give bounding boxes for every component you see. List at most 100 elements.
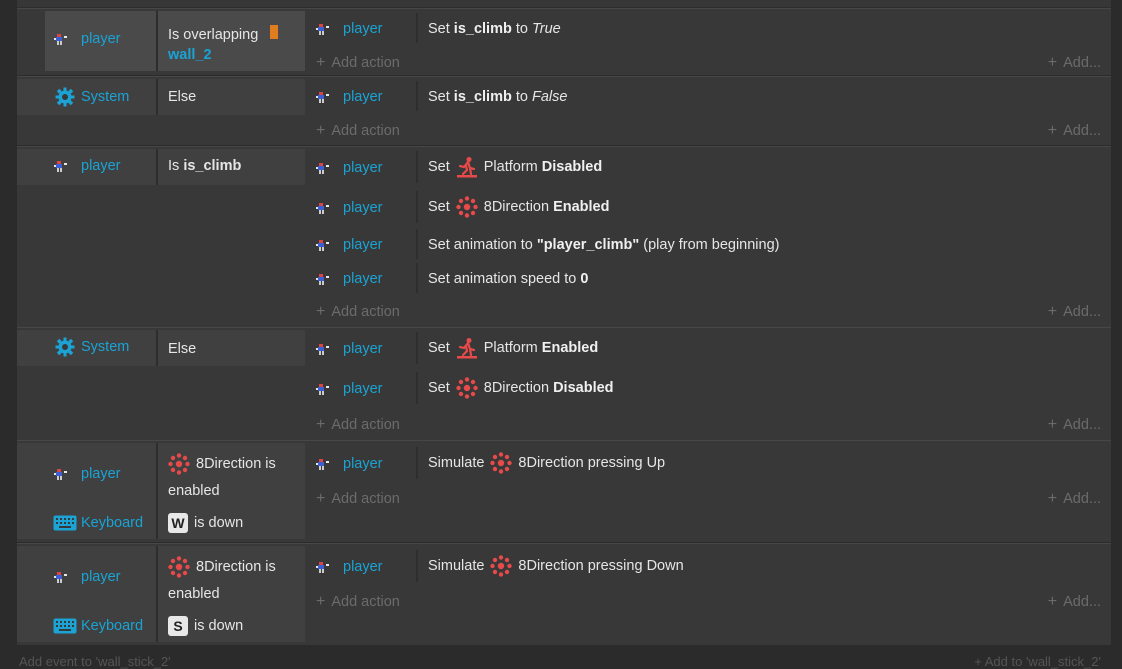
action-label: to xyxy=(515,21,528,37)
object-name: player xyxy=(81,158,121,174)
condition-object[interactable]: player xyxy=(53,31,121,47)
condition-label: Is overlapping xyxy=(168,27,259,43)
event-block[interactable]: player 8Direction is enabled Keyboard S … xyxy=(17,543,1111,645)
action-object[interactable]: player xyxy=(315,160,383,176)
sprite-icon xyxy=(315,22,331,36)
add-action-button[interactable]: + Add action xyxy=(316,416,400,434)
action-label: Simulate xyxy=(428,558,485,574)
sprite-icon xyxy=(315,457,331,471)
action-label: Simulate xyxy=(428,455,485,471)
action-text[interactable]: Set Platform Enabled xyxy=(428,337,598,359)
plus-icon: + xyxy=(1047,416,1058,433)
action-object[interactable]: player xyxy=(315,200,383,216)
action-object[interactable]: player xyxy=(315,89,383,105)
action-text[interactable]: Set animation speed to 0 xyxy=(428,271,588,287)
action-label: Set animation to xyxy=(428,237,533,253)
object-name: player xyxy=(343,271,383,287)
condition-object[interactable]: System xyxy=(55,87,129,107)
condition-label: enabled xyxy=(168,586,220,602)
add-action-button[interactable]: + Add action xyxy=(316,303,400,321)
add-action-button[interactable]: + Add action xyxy=(316,490,400,508)
add-label: Add... xyxy=(1063,491,1101,507)
condition-text[interactable]: S is down xyxy=(168,616,243,636)
action-text[interactable]: Set is_climb to True xyxy=(428,21,561,37)
action-object[interactable]: player xyxy=(315,559,383,575)
event-sheet-footer: Add event to 'wall_stick_2' + Add to 'wa… xyxy=(17,652,1111,669)
value-text: True xyxy=(531,21,561,37)
event-block[interactable]: System Else player Set Platform Enabled … xyxy=(17,327,1111,440)
condition-text[interactable]: 8Direction is enabled xyxy=(168,453,276,501)
divider xyxy=(416,263,418,293)
action-label: Set xyxy=(428,340,450,356)
condition-text[interactable]: Is overlapping wall_2 xyxy=(168,25,279,65)
event-block[interactable]: player 8Direction is enabled Keyboard W … xyxy=(17,440,1111,542)
event-block[interactable]: player Is is_climb player Set Platform D… xyxy=(17,146,1111,327)
sprite-icon xyxy=(53,159,69,173)
sprite-icon xyxy=(53,32,69,46)
condition-object[interactable]: System xyxy=(55,337,129,357)
action-text[interactable]: Set 8Direction Enabled xyxy=(428,196,609,218)
event-block[interactable]: player Is overlapping wall_2 player Set … xyxy=(17,8,1111,75)
add-event-link[interactable]: Add event to 'wall_stick_2' xyxy=(19,654,171,669)
condition-text[interactable]: W is down xyxy=(168,513,243,533)
action-object[interactable]: player xyxy=(315,21,383,37)
sprite-icon xyxy=(315,201,331,215)
8direction-behavior-icon xyxy=(456,377,478,399)
condition-object[interactable]: player xyxy=(53,158,121,174)
add-menu-button[interactable]: + Add... xyxy=(1048,490,1101,508)
gear-icon xyxy=(55,87,75,107)
sprite-icon xyxy=(315,382,331,396)
condition-text[interactable]: Else xyxy=(168,341,196,357)
condition-label: 8Direction is xyxy=(196,559,276,575)
add-action-label: Add action xyxy=(331,55,400,71)
condition-object[interactable]: Keyboard xyxy=(53,618,143,634)
condition-text[interactable]: Is is_climb xyxy=(168,158,241,174)
action-text[interactable]: Set 8Direction Disabled xyxy=(428,377,614,399)
action-object[interactable]: player xyxy=(315,237,383,253)
action-text[interactable]: Set is_climb to False xyxy=(428,89,567,105)
action-label: Set animation speed to xyxy=(428,271,577,287)
action-text[interactable]: Simulate 8Direction pressing Down xyxy=(428,555,684,577)
event-block[interactable]: System Else player Set is_climb to False… xyxy=(17,76,1111,145)
object-name: player xyxy=(343,200,383,216)
animation-name: "player_climb" xyxy=(536,237,640,253)
speed-value: 0 xyxy=(580,271,589,287)
action-label: (play from beginning) xyxy=(643,237,780,253)
condition-object[interactable]: player xyxy=(53,569,121,585)
condition-object[interactable]: player xyxy=(53,466,121,482)
behavior-name: Platform xyxy=(483,159,538,175)
action-object[interactable]: player xyxy=(315,456,383,472)
add-menu-button[interactable]: + Add... xyxy=(1048,122,1101,140)
condition-object[interactable]: Keyboard xyxy=(53,515,143,531)
behavior-name: 8Direction xyxy=(483,199,550,215)
add-action-button[interactable]: + Add action xyxy=(316,122,400,140)
divider xyxy=(156,546,158,642)
condition-text[interactable]: 8Direction is enabled xyxy=(168,556,276,604)
action-text[interactable]: Set Platform Disabled xyxy=(428,156,602,178)
divider xyxy=(416,372,418,404)
condition-text[interactable]: Else xyxy=(168,89,196,105)
action-text[interactable]: Set animation to "player_climb" (play fr… xyxy=(428,237,779,253)
add-menu-button[interactable]: + Add... xyxy=(1048,303,1101,321)
action-object[interactable]: player xyxy=(315,341,383,357)
action-object[interactable]: player xyxy=(315,381,383,397)
key-badge: W xyxy=(168,513,188,533)
condition-link[interactable]: wall_2 xyxy=(168,47,212,63)
plus-icon: + xyxy=(974,654,985,669)
8direction-behavior-icon xyxy=(168,556,190,578)
state-value: Disabled xyxy=(553,380,614,396)
add-menu-button[interactable]: + Add... xyxy=(1048,416,1101,434)
add-action-button[interactable]: + Add action xyxy=(316,593,400,611)
add-action-label: Add action xyxy=(331,123,400,139)
action-text[interactable]: Simulate 8Direction pressing Up xyxy=(428,452,665,474)
sprite-icon xyxy=(315,161,331,175)
divider xyxy=(416,447,418,479)
object-name: player xyxy=(343,160,383,176)
sprite-icon xyxy=(315,560,331,574)
divider xyxy=(416,229,418,259)
add-menu-button[interactable]: + Add... xyxy=(1048,593,1101,611)
add-menu-button[interactable]: + Add... xyxy=(1048,54,1101,72)
action-object[interactable]: player xyxy=(315,271,383,287)
add-to-group-link[interactable]: + Add to 'wall_stick_2' xyxy=(974,654,1101,669)
add-action-button[interactable]: + Add action xyxy=(316,54,400,72)
